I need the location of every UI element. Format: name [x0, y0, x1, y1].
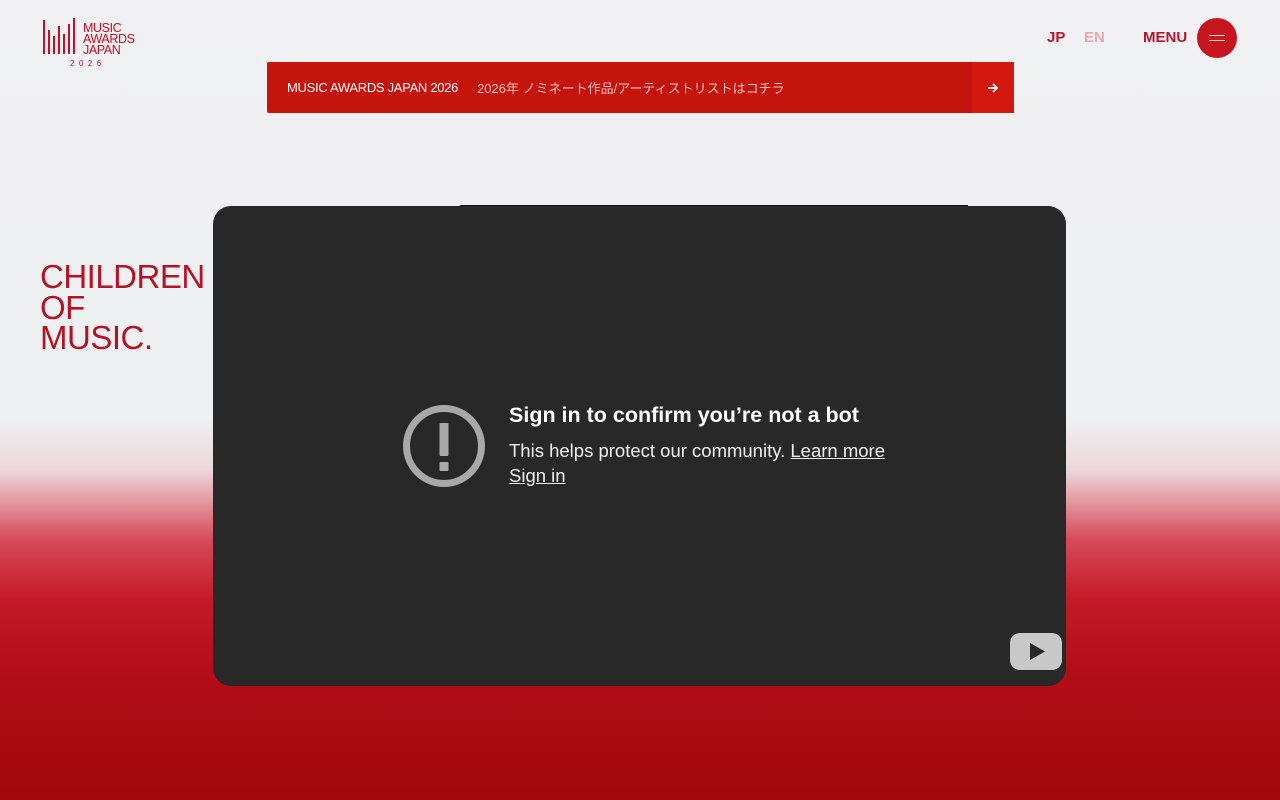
menu-label[interactable]: MENU [1143, 29, 1187, 46]
exclamation-circle-icon [403, 405, 485, 487]
arrow-right-icon [988, 82, 999, 93]
hamburger-icon [1209, 35, 1225, 36]
logo-wordmark: MUSIC AWARDS JAPAN [83, 22, 135, 57]
tagline-line-1: CHILDREN [40, 258, 205, 295]
site-logo[interactable]: MUSIC AWARDS JAPAN 2026 [42, 16, 142, 70]
language-jp-link[interactable]: JP [1047, 29, 1065, 46]
youtube-play-icon[interactable] [1010, 633, 1062, 670]
sign-in-link[interactable]: Sign in [509, 465, 566, 487]
logo-bars-icon [43, 18, 75, 54]
logo-year: 2026 [70, 59, 106, 68]
banner-arrow-button[interactable] [972, 62, 1014, 113]
bot-check-title: Sign in to confirm you’re not a bot [509, 403, 859, 427]
learn-more-link[interactable]: Learn more [790, 440, 885, 461]
video-player[interactable]: Sign in to confirm you’re not a bot This… [213, 206, 1066, 686]
logo-line-3: JAPAN [83, 43, 121, 57]
banner-title: MUSIC AWARDS JAPAN 2026 [287, 80, 459, 95]
hamburger-icon-line [1209, 40, 1225, 41]
bot-check-message: This helps protect our community. Learn … [509, 440, 885, 462]
menu-button[interactable] [1197, 18, 1237, 58]
tagline-line-3: MUSIC. [40, 319, 153, 356]
hero-tagline: CHILDREN OF MUSIC. [40, 258, 205, 356]
nominee-banner[interactable]: MUSIC AWARDS JAPAN 2026 2026年 ノミネート作品/アー… [267, 62, 1014, 113]
bot-check-text: This helps protect our community. [509, 440, 786, 461]
language-en-link[interactable]: EN [1084, 29, 1105, 46]
banner-text: 2026年 ノミネート作品/アーティストリストはコチラ [477, 81, 785, 96]
